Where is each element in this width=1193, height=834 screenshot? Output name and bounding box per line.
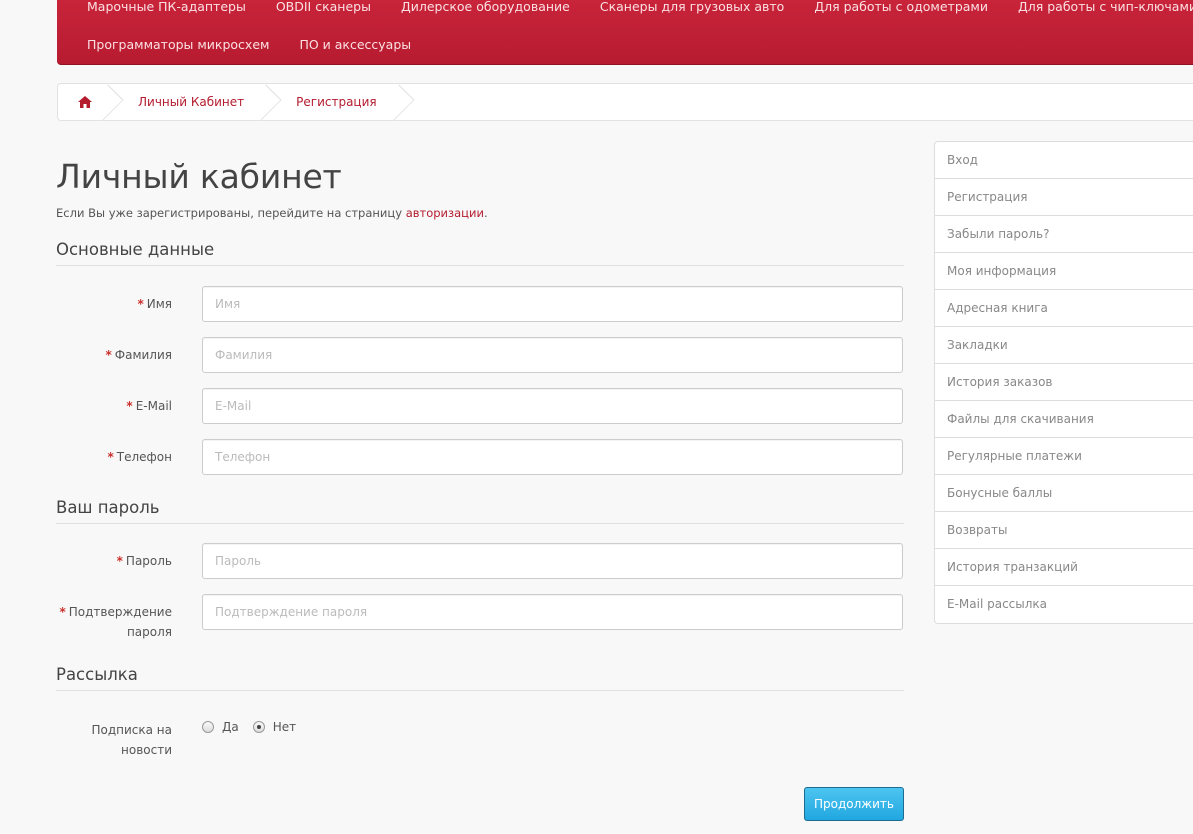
intro-suffix: . [483,206,488,220]
lastname-label: * Фамилия [52,337,172,365]
newsletter-no-label[interactable]: Нет [273,720,296,734]
required-mark: * [126,399,133,413]
label-text: Подтверждение пароля [68,605,172,639]
section-personal-heading: Основные данные [56,240,904,266]
required-mark: * [59,605,66,619]
sidebar-item-address[interactable]: Адресная книга [935,290,1193,327]
label-text: Фамилия [114,348,172,362]
sidebar-item-account[interactable]: Моя информация [935,253,1193,290]
required-mark: * [107,450,114,464]
newsletter-label: Подписка на новости [91,723,172,757]
breadcrumb-home[interactable] [58,84,112,120]
newsletter-radio-group: Да Нет [202,720,310,734]
nav-item[interactable]: OBDII сканеры [276,0,371,16]
breadcrumb-account[interactable]: Личный Кабинет [112,84,270,120]
telephone-label: * Телефон [52,439,173,467]
newsletter-yes-radio[interactable] [202,721,214,733]
sidebar-item-forgotten[interactable]: Забыли пароль? [935,216,1193,253]
label-text: E-Mail [135,399,172,413]
sidebar-item-recurring[interactable]: Регулярные платежи [935,438,1193,475]
email-label: * E-Mail [52,388,172,416]
nav-item[interactable]: Сканеры для грузовых авто [600,0,784,16]
sidebar-item-newsletter[interactable]: E-Mail рассылка [935,586,1193,623]
form-row-password: * Пароль [56,543,904,579]
newsletter-no-radio[interactable] [252,721,265,733]
breadcrumb-label: Личный Кабинет [138,95,245,109]
nav-item[interactable]: Дилерское оборудование [401,0,570,16]
sidebar-item-wishlist[interactable]: Закладки [935,327,1193,364]
continue-button[interactable]: Продолжить [804,787,904,821]
sidebar-item-login[interactable]: Вход [935,142,1193,179]
nav-item[interactable]: Марочные ПК-адаптеры [87,0,246,16]
sidebar-item-register[interactable]: Регистрация [935,179,1193,216]
password-input[interactable] [202,543,903,579]
sidebar-item-reward[interactable]: Бонусные баллы [935,475,1193,512]
newsletter-yes-label[interactable]: Да [222,720,239,734]
breadcrumb-register[interactable]: Регистрация [270,84,402,120]
section-newsletter-heading: Рассылка [56,665,904,691]
label-text: Имя [146,297,172,311]
nav-item[interactable]: Для работы с чип-ключами [1018,0,1193,16]
firstname-input[interactable] [202,286,903,322]
sidebar-item-orders[interactable]: История заказов [935,364,1193,401]
form-row-email: * E-Mail [56,388,904,424]
sidebar-item-returns[interactable]: Возвраты [935,512,1193,549]
required-mark: * [137,297,144,311]
password-label: * Пароль [52,543,172,571]
form-row-lastname: * Фамилия [56,337,904,373]
page-title: Личный кабинет [56,157,342,196]
section-password-heading: Ваш пароль [56,498,904,524]
telephone-input[interactable] [202,439,903,475]
firstname-label: * Имя [52,286,172,314]
intro-text: Если Вы уже зарегистрированы, перейдите … [56,206,488,220]
nav-item[interactable]: Программаторы микросхем [87,36,269,54]
confirm-label: * Подтверждение пароля [52,594,172,642]
login-link[interactable]: авторизации [406,206,484,220]
sidebar-item-transactions[interactable]: История транзакций [935,549,1193,586]
email-input[interactable] [202,388,903,424]
home-icon [78,96,92,108]
top-navbar: Марочные ПК-адаптеры OBDII сканеры Дилер… [57,0,1193,65]
form-row-confirm: * Подтверждение пароля [56,594,904,639]
label-text: Телефон [116,450,172,464]
confirm-input[interactable] [202,594,903,630]
required-mark: * [116,554,123,568]
intro-prefix: Если Вы уже зарегистрированы, перейдите … [56,206,406,220]
nav-item[interactable]: ПО и аксессуары [299,36,411,54]
form-row-telephone: * Телефон [56,439,904,475]
sidebar-item-downloads[interactable]: Файлы для скачивания [935,401,1193,438]
label-text: Пароль [125,554,172,568]
nav-row-1: Марочные ПК-адаптеры OBDII сканеры Дилер… [87,0,1193,16]
breadcrumb: Личный Кабинет Регистрация [57,83,1193,121]
form-row-firstname: * Имя [56,286,904,322]
nav-row-2: Программаторы микросхем ПО и аксессуары [87,36,441,54]
lastname-input[interactable] [202,337,903,373]
required-mark: * [105,348,112,362]
nav-item[interactable]: Для работы с одометрами [814,0,988,16]
form-row-newsletter: Подписка на новости Да Нет [56,712,904,757]
account-sidebar: Вход Регистрация Забыли пароль? Моя инфо… [934,141,1193,624]
breadcrumb-label: Регистрация [296,95,377,109]
